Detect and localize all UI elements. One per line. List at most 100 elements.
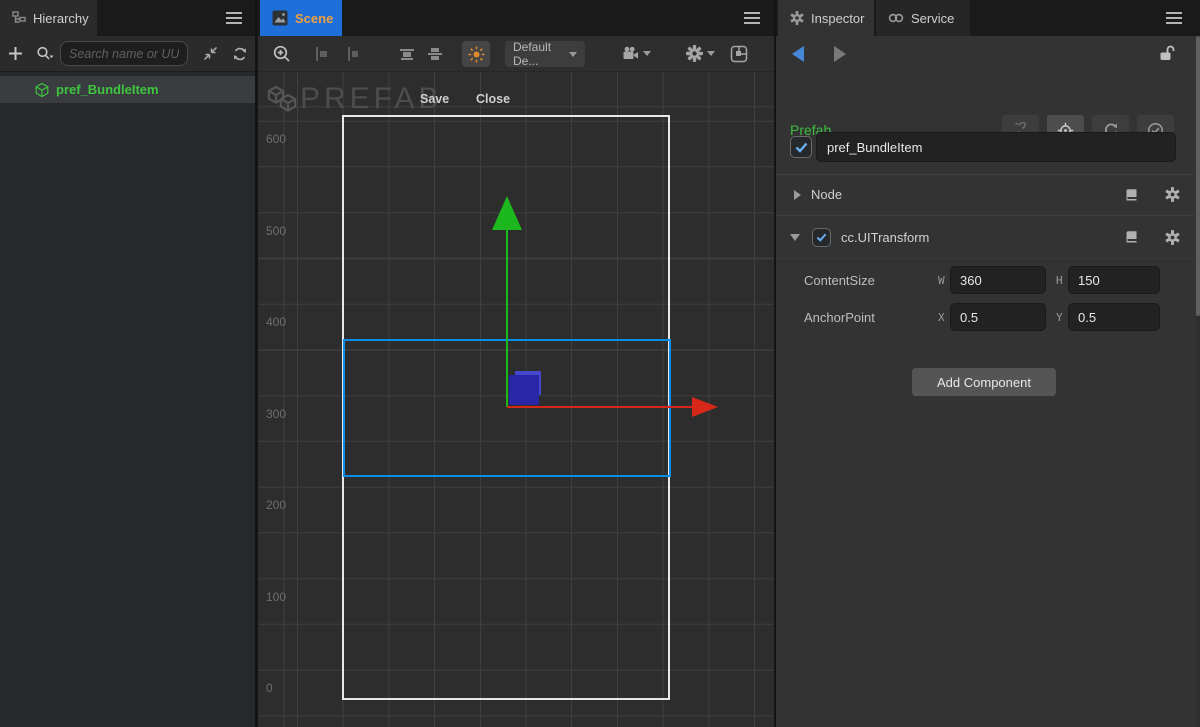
inspector-tabbar: Inspector Service	[776, 0, 1200, 36]
inspector-scrollbar[interactable]	[1196, 36, 1200, 727]
inspector-panel: Inspector Service Prefab	[776, 0, 1200, 727]
node-expand-caret-icon[interactable]	[794, 190, 801, 200]
anchorpoint-label: AnchorPoint	[804, 310, 875, 325]
scrollbar-thumb[interactable]	[1196, 36, 1200, 316]
scene-toolbar: Default De...	[258, 36, 774, 72]
ruler-label-500: 500	[266, 224, 286, 238]
search-filter-button[interactable]	[30, 46, 60, 62]
gizmo-y-arrowhead[interactable]	[492, 196, 522, 230]
align-top-icon	[398, 46, 416, 62]
refresh-hierarchy-button[interactable]	[226, 46, 254, 62]
inspector-menu-icon[interactable]	[1166, 12, 1182, 24]
prefab-close-button[interactable]: Close	[476, 92, 510, 106]
refresh-icon	[232, 46, 248, 62]
history-back-button[interactable]	[792, 46, 804, 62]
tab-service[interactable]: Service	[876, 0, 970, 36]
camera-icon	[622, 46, 639, 61]
align-middle-button[interactable]	[426, 46, 444, 62]
scene-viewport[interactable]: 600 500 400 300 200 100 0 PREFAB Save Cl…	[258, 72, 774, 727]
layout-icon	[730, 45, 748, 63]
tree-item-pref-bundleitem[interactable]: pref_BundleItem	[0, 76, 255, 103]
hierarchy-menu-icon[interactable]	[226, 12, 242, 24]
contentsize-h-label: H	[1056, 274, 1063, 287]
uitransform-section-header[interactable]: cc.UITransform	[776, 217, 1194, 257]
cocos-creator-window: Hierarchy	[0, 0, 1200, 727]
prefab-cube-icon	[34, 82, 50, 98]
node-settings-gear-icon[interactable]	[1165, 187, 1180, 202]
history-forward-button[interactable]	[834, 46, 846, 62]
contentsize-h-input[interactable]	[1068, 266, 1160, 294]
zoom-tool-button[interactable]	[272, 44, 292, 64]
dropdown-arrow-icon	[569, 52, 577, 57]
hierarchy-tabbar: Hierarchy	[0, 0, 255, 36]
tree-item-label: pref_BundleItem	[56, 82, 159, 97]
node-section-header[interactable]: Node	[776, 176, 1194, 213]
anchorpoint-y-input[interactable]	[1068, 303, 1160, 331]
scene-menu-icon[interactable]	[744, 12, 760, 24]
align-center-h-button[interactable]	[344, 46, 361, 62]
service-tab-label: Service	[911, 11, 954, 26]
contentsize-w-input[interactable]	[950, 266, 1046, 294]
search-icon	[36, 46, 55, 62]
anchorpoint-x-input[interactable]	[950, 303, 1046, 331]
tab-inspector[interactable]: Inspector	[778, 0, 874, 36]
node-section-title: Node	[811, 187, 842, 202]
plus-icon	[8, 46, 23, 61]
camera-mode-value: Default De...	[513, 40, 569, 68]
gizmo-x-axis[interactable]	[507, 406, 692, 408]
scene-light-toggle[interactable]	[462, 41, 490, 67]
zoom-icon	[272, 44, 292, 64]
divider	[776, 258, 1194, 259]
gizmo-dropdown-arrow-icon	[707, 51, 715, 56]
camera-dropdown-arrow-icon	[643, 51, 651, 56]
inspector-body: Prefab	[776, 36, 1200, 727]
light-icon	[468, 46, 485, 63]
contentsize-label: ContentSize	[804, 273, 875, 288]
divider	[776, 215, 1194, 216]
prefab-save-button[interactable]: Save	[420, 92, 449, 106]
prefab-watermark-icon	[266, 83, 298, 115]
node-name-input[interactable]	[816, 132, 1176, 162]
align-center-h-icon	[344, 46, 361, 62]
uitransform-help-book-icon[interactable]	[1123, 230, 1139, 244]
gizmo-x-arrowhead[interactable]	[692, 397, 718, 417]
hierarchy-tree-icon	[12, 11, 26, 25]
search-input[interactable]	[60, 41, 188, 66]
gear-icon	[686, 45, 703, 62]
align-left-button[interactable]	[313, 46, 330, 62]
camera-mode-dropdown[interactable]: Default De...	[505, 41, 585, 67]
hierarchy-panel: Hierarchy	[0, 0, 255, 727]
contentsize-w-label: W	[938, 274, 945, 287]
uitransform-collapse-caret-icon[interactable]	[790, 234, 800, 241]
hierarchy-tab-label: Hierarchy	[33, 11, 89, 26]
uitransform-enabled-checkbox[interactable]	[812, 228, 831, 247]
hierarchy-tree[interactable]: pref_BundleItem	[0, 72, 255, 727]
ruler-label-0: 0	[266, 681, 273, 695]
align-top-button[interactable]	[398, 46, 416, 62]
align-left-icon	[313, 46, 330, 62]
service-link-icon	[888, 13, 904, 23]
camera-settings-button[interactable]	[622, 46, 651, 61]
collapse-all-button[interactable]	[194, 46, 226, 61]
unlock-icon[interactable]	[1158, 44, 1176, 62]
add-component-button[interactable]: Add Component	[912, 368, 1056, 396]
node-active-checkbox[interactable]	[790, 136, 812, 158]
gizmo-plane-handle[interactable]	[509, 375, 539, 405]
node-help-book-icon[interactable]	[1123, 188, 1139, 202]
create-node-button[interactable]	[0, 46, 30, 61]
uitransform-settings-gear-icon[interactable]	[1165, 230, 1180, 245]
anchorpoint-y-label: Y	[1056, 311, 1063, 324]
gizmo-settings-button[interactable]	[686, 45, 715, 62]
tab-scene[interactable]: Scene	[260, 0, 342, 36]
ruler-label-100: 100	[266, 590, 286, 604]
check-icon	[816, 233, 827, 242]
view-layout-button[interactable]	[730, 45, 748, 63]
uitransform-section-title: cc.UITransform	[841, 230, 929, 245]
collapse-arrows-icon	[203, 46, 218, 61]
scene-tab-label: Scene	[295, 11, 333, 26]
tab-hierarchy[interactable]: Hierarchy	[0, 0, 97, 36]
gizmo-y-axis[interactable]	[506, 230, 508, 407]
scene-tabbar: Scene	[258, 0, 774, 36]
hierarchy-toolbar	[0, 36, 255, 72]
scene-image-icon	[272, 10, 288, 26]
